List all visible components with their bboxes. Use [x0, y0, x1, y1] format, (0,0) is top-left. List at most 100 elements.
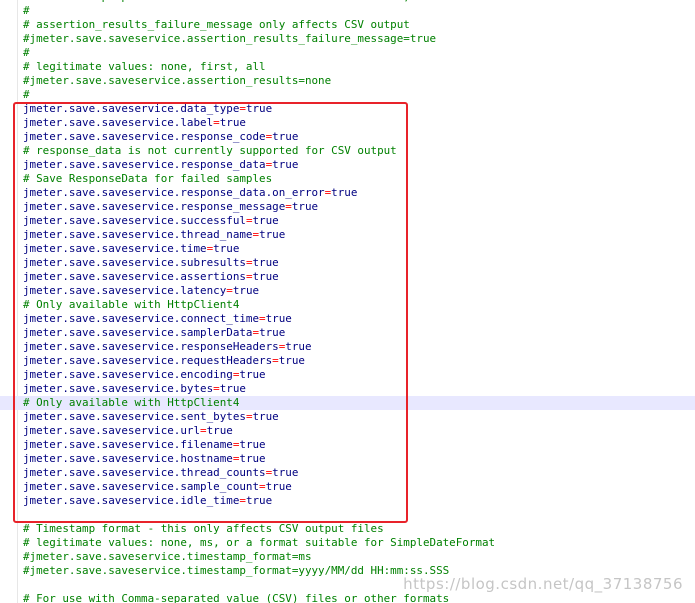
property-line: jmeter.save.saveservice.hostname=true: [23, 452, 695, 466]
watermark-text: https://blog.csdn.net/qq_37138756: [403, 575, 683, 593]
comment-text: # For use with Comma-separated value (CS…: [23, 592, 450, 603]
property-key: jmeter.save.saveservice.responseHeaders: [23, 340, 279, 353]
property-value: true: [259, 228, 286, 241]
property-line: jmeter.save.saveservice.label=true: [23, 116, 695, 130]
code-editor[interactable]: # The below properties are true when fie…: [0, 0, 695, 603]
comment-line: #: [23, 88, 695, 102]
comment-text: #jmeter.save.saveservice.assertion_resul…: [23, 74, 332, 87]
property-line: jmeter.save.saveservice.thread_name=true: [23, 228, 695, 242]
property-line: jmeter.save.saveservice.sent_bytes=true: [23, 410, 695, 424]
comment-line: # assertion_results_failure_message only…: [23, 18, 695, 32]
comment-text: #jmeter.save.saveservice.timestamp_forma…: [23, 550, 312, 563]
property-line: jmeter.save.saveservice.bytes=true: [23, 382, 695, 396]
property-key: jmeter.save.saveservice.idle_time: [23, 494, 240, 507]
property-line: jmeter.save.saveservice.samplerData=true: [23, 326, 695, 340]
comment-text: #: [23, 46, 30, 59]
property-line: jmeter.save.saveservice.requestHeaders=t…: [23, 354, 695, 368]
property-key: jmeter.save.saveservice.data_type: [23, 102, 240, 115]
property-value: true: [252, 214, 279, 227]
property-key: jmeter.save.saveservice.samplerData: [23, 326, 253, 339]
property-key: jmeter.save.saveservice.latency: [23, 284, 227, 297]
comment-text: #: [23, 4, 30, 17]
property-line: jmeter.save.saveservice.latency=true: [23, 284, 695, 298]
property-value: true: [219, 116, 246, 129]
property-value: true: [285, 340, 312, 353]
property-key: jmeter.save.saveservice.response_data.on…: [23, 186, 325, 199]
property-line: jmeter.save.saveservice.assertions=true: [23, 270, 695, 284]
property-value: true: [252, 256, 279, 269]
property-key: jmeter.save.saveservice.label: [23, 116, 214, 129]
property-value: true: [239, 368, 266, 381]
comment-text: # The below properties are true when fie…: [23, 0, 515, 3]
property-value: true: [245, 102, 273, 115]
property-key: jmeter.save.saveservice.sample_count: [23, 480, 260, 493]
comment-text: # Only available with HttpClient4: [23, 298, 240, 311]
comment-line: # Only available with HttpClient4: [23, 298, 695, 312]
code-text-area[interactable]: # The below properties are true when fie…: [0, 0, 695, 603]
property-value: true: [272, 158, 299, 171]
property-value: true: [206, 424, 233, 437]
property-key: jmeter.save.saveservice.thread_counts: [23, 466, 266, 479]
property-value: true: [272, 466, 299, 479]
property-line: jmeter.save.saveservice.response_message…: [23, 200, 695, 214]
property-key: jmeter.save.saveservice.assertions: [23, 270, 246, 283]
comment-line: #: [23, 46, 695, 60]
property-line: jmeter.save.saveservice.idle_time=true: [23, 494, 695, 508]
property-value: true: [239, 452, 266, 465]
property-value: true: [232, 284, 260, 297]
comment-text: #jmeter.save.saveservice.timestamp_forma…: [23, 564, 450, 577]
comment-text: # Timestamp format - this only affects C…: [23, 522, 384, 535]
property-value: true: [278, 354, 305, 367]
property-line: jmeter.save.saveservice.url=true: [23, 424, 695, 438]
property-key: jmeter.save.saveservice.thread_name: [23, 228, 253, 241]
property-value: true: [272, 130, 299, 143]
comment-line: # Only available with HttpClient4: [0, 396, 695, 410]
comment-line: # legitimate values: none, first, all: [23, 60, 695, 74]
property-value: true: [245, 494, 273, 507]
property-value: true: [219, 382, 246, 395]
comment-line: # response_data is not currently support…: [23, 144, 695, 158]
property-line: jmeter.save.saveservice.filename=true: [23, 438, 695, 452]
property-key: jmeter.save.saveservice.filename: [23, 438, 233, 451]
property-key: jmeter.save.saveservice.encoding: [23, 368, 233, 381]
property-line: jmeter.save.saveservice.time=true: [23, 242, 695, 256]
comment-text: # legitimate values: none, first, all: [23, 60, 266, 73]
property-key: jmeter.save.saveservice.bytes: [23, 382, 214, 395]
property-line: jmeter.save.saveservice.subresults=true: [23, 256, 695, 270]
comment-line: #jmeter.save.saveservice.assertion_resul…: [23, 74, 695, 88]
property-value: true: [265, 480, 292, 493]
property-value: true: [265, 312, 292, 325]
property-key: jmeter.save.saveservice.url: [23, 424, 201, 437]
comment-line: #jmeter.save.saveservice.timestamp_forma…: [23, 550, 695, 564]
comment-text: # response_data is not currently support…: [23, 144, 397, 157]
comment-line: # For use with Comma-separated value (CS…: [23, 592, 695, 603]
property-key: jmeter.save.saveservice.sent_bytes: [23, 410, 246, 423]
property-line: jmeter.save.saveservice.data_type=true: [23, 102, 695, 116]
editor-gutter: [0, 0, 18, 603]
property-value: true: [291, 200, 319, 213]
property-line: jmeter.save.saveservice.successful=true: [23, 214, 695, 228]
property-value: true: [252, 410, 279, 423]
property-line: jmeter.save.saveservice.response_data.on…: [23, 186, 695, 200]
comment-text: #jmeter.save.saveservice.assertion_resul…: [23, 32, 437, 45]
comment-line: # Save ResponseData for failed samples: [23, 172, 695, 186]
property-key: jmeter.save.saveservice.response_code: [23, 130, 266, 143]
property-line: jmeter.save.saveservice.response_data=tr…: [23, 158, 695, 172]
property-line: jmeter.save.saveservice.encoding=true: [23, 368, 695, 382]
comment-text: # assertion_results_failure_message only…: [23, 18, 410, 31]
property-key: jmeter.save.saveservice.time: [23, 242, 207, 255]
comment-text: # Only available with HttpClient4: [23, 396, 240, 409]
comment-line: # legitimate values: none, ms, or a form…: [23, 536, 695, 550]
property-line: jmeter.save.saveservice.connect_time=tru…: [23, 312, 695, 326]
comment-text: # Save ResponseData for failed samples: [23, 172, 273, 185]
comment-line: #jmeter.save.saveservice.assertion_resul…: [23, 32, 695, 46]
property-value: true: [252, 270, 279, 283]
property-value: true: [331, 186, 358, 199]
property-key: jmeter.save.saveservice.connect_time: [23, 312, 260, 325]
property-key: jmeter.save.saveservice.requestHeaders: [23, 354, 273, 367]
property-value: true: [259, 326, 286, 339]
comment-text: # legitimate values: none, ms, or a form…: [23, 536, 496, 549]
property-value: true: [213, 242, 240, 255]
property-value: true: [239, 438, 266, 451]
comment-text: #: [23, 88, 30, 101]
